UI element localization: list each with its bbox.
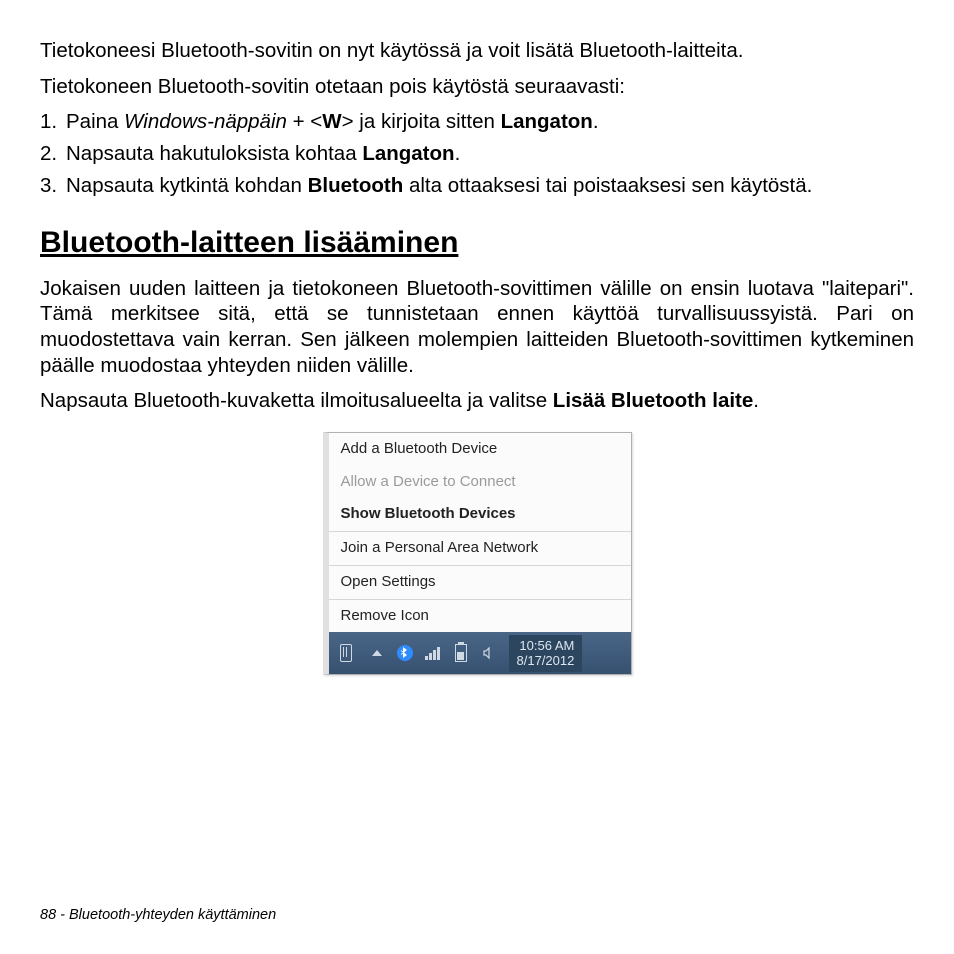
menu-open-settings[interactable]: Open Settings	[329, 566, 631, 599]
page-number: 88 -	[40, 907, 69, 923]
w-key-bold: W	[322, 110, 341, 133]
step-1-number: 1.	[40, 109, 66, 135]
step-2-number: 2.	[40, 141, 66, 167]
keyboard-icon[interactable]	[340, 644, 358, 662]
windows-key-italic: Windows-näppäin	[124, 110, 287, 133]
t: Paina	[66, 110, 124, 133]
menu-show-devices[interactable]: Show Bluetooth Devices	[329, 498, 631, 531]
intro-paragraph-2: Tietokoneen Bluetooth-sovitin otetaan po…	[40, 74, 914, 100]
t: Napsauta Bluetooth-kuvaketta ilmoitusalu…	[40, 389, 553, 412]
step-3-number: 3.	[40, 173, 66, 199]
taskbar-date: 8/17/2012	[517, 653, 575, 669]
step-1-text: Paina Windows-näppäin + <W> ja kirjoita …	[66, 109, 914, 135]
add-bluetooth-device-bold: Lisää Bluetooth laite	[553, 389, 753, 412]
menu-add-device[interactable]: Add a Bluetooth Device	[329, 433, 631, 466]
langaton-bold: Langaton	[362, 142, 454, 165]
menu-remove-icon[interactable]: Remove Icon	[329, 600, 631, 633]
taskbar-time: 10:56 AM	[517, 638, 575, 654]
taskbar: 10:56 AM 8/17/2012	[329, 632, 631, 674]
t: .	[753, 389, 759, 412]
t: Napsauta kytkintä kohdan	[66, 174, 308, 197]
body-paragraph-1: Jokaisen uuden laitteen ja tietokoneen B…	[40, 276, 914, 379]
page-footer: 88 - Bluetooth-yhteyden käyttäminen	[40, 906, 276, 924]
steps-list: 1. Paina Windows-näppäin + <W> ja kirjoi…	[40, 109, 914, 198]
step-2: 2. Napsauta hakutuloksista kohtaa Langat…	[40, 141, 914, 167]
section-heading: Bluetooth-laitteen lisääminen	[40, 224, 914, 262]
t: .	[593, 110, 599, 133]
network-signal-icon[interactable]	[424, 644, 442, 662]
bluetooth-icon[interactable]	[396, 644, 414, 662]
step-1: 1. Paina Windows-näppäin + <W> ja kirjoi…	[40, 109, 914, 135]
screenshot-figure: Add a Bluetooth Device Allow a Device to…	[40, 432, 914, 676]
step-2-text: Napsauta hakutuloksista kohtaa Langaton.	[66, 141, 914, 167]
step-3-text: Napsauta kytkintä kohdan Bluetooth alta …	[66, 173, 914, 199]
body-paragraph-2: Napsauta Bluetooth-kuvaketta ilmoitusalu…	[40, 388, 914, 414]
step-3: 3. Napsauta kytkintä kohdan Bluetooth al…	[40, 173, 914, 199]
t: Napsauta hakutuloksista kohtaa	[66, 142, 362, 165]
footer-title: Bluetooth-yhteyden käyttäminen	[69, 907, 276, 923]
taskbar-clock[interactable]: 10:56 AM 8/17/2012	[509, 635, 583, 672]
bluetooth-context-menu: Add a Bluetooth Device Allow a Device to…	[323, 432, 632, 676]
battery-icon[interactable]	[452, 644, 470, 662]
show-hidden-icons-icon[interactable]	[368, 644, 386, 662]
langaton-bold: Langaton	[501, 110, 593, 133]
bluetooth-bold: Bluetooth	[308, 174, 404, 197]
t: alta ottaaksesi tai poistaaksesi sen käy…	[403, 174, 812, 197]
menu-join-pan[interactable]: Join a Personal Area Network	[329, 532, 631, 565]
intro-paragraph-1: Tietokoneesi Bluetooth-sovitin on nyt kä…	[40, 38, 914, 64]
t: .	[455, 142, 461, 165]
t: > ja kirjoita sitten	[342, 110, 501, 133]
t: + <	[287, 110, 322, 133]
menu-allow-connect: Allow a Device to Connect	[329, 466, 631, 499]
speaker-icon[interactable]	[480, 644, 498, 662]
